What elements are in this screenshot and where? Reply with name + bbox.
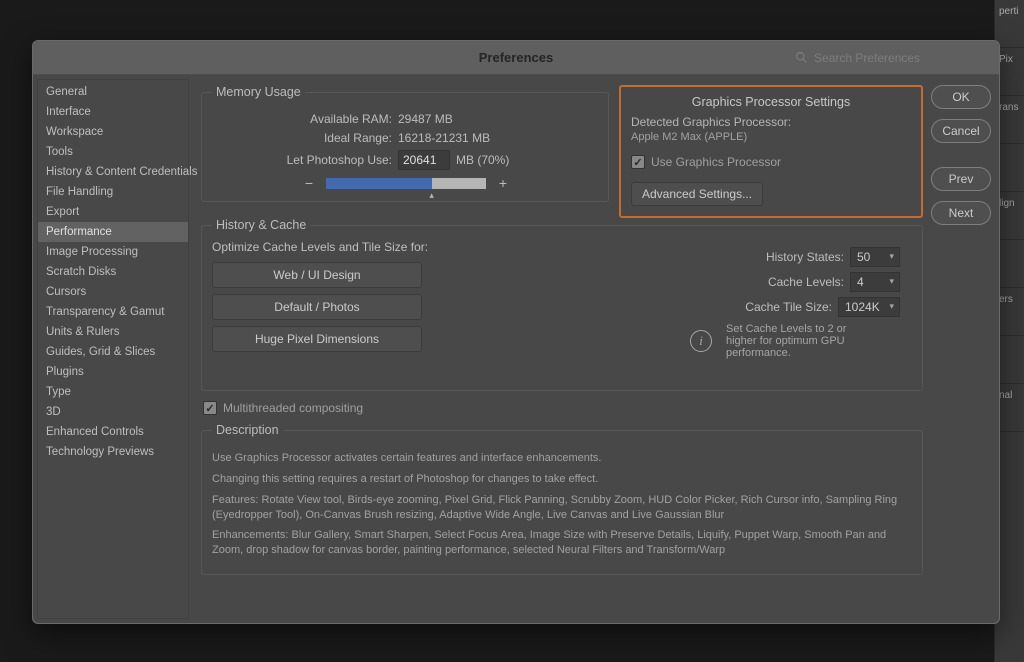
sidebar-item-units-rulers[interactable]: Units & Rulers: [38, 322, 188, 342]
prev-button[interactable]: Prev: [931, 167, 991, 191]
description-p1: Use Graphics Processor activates certain…: [212, 451, 912, 466]
memory-usage-group: Memory Usage Available RAM: 29487 MB Ide…: [201, 85, 609, 202]
available-ram-label: Available RAM:: [212, 112, 392, 126]
available-ram-value: 29487 MB: [398, 112, 453, 126]
description-group: Description Use Graphics Processor activ…: [201, 423, 923, 575]
description-p2: Changing this setting requires a restart…: [212, 472, 912, 487]
sidebar-item-interface[interactable]: Interface: [38, 102, 188, 122]
graphics-processor-group: Graphics Processor Settings Detected Gra…: [619, 85, 923, 218]
sidebar-item-enhanced-controls[interactable]: Enhanced Controls: [38, 422, 188, 442]
gpu-legend: Graphics Processor Settings: [631, 95, 911, 109]
gpu-detected-label: Detected Graphics Processor:: [631, 115, 911, 129]
ok-button[interactable]: OK: [931, 85, 991, 109]
cache-levels-select[interactable]: 4: [850, 272, 900, 292]
advanced-settings-button[interactable]: Advanced Settings...: [631, 182, 763, 206]
let-photoshop-use-input[interactable]: [398, 150, 450, 170]
preset-huge-pixel-button[interactable]: Huge Pixel Dimensions: [212, 326, 422, 352]
dialog-title: Preferences: [479, 50, 553, 65]
sidebar-item-transparency-gamut[interactable]: Transparency & Gamut: [38, 302, 188, 322]
sidebar-item-tools[interactable]: Tools: [38, 142, 188, 162]
preferences-main: Memory Usage Available RAM: 29487 MB Ide…: [193, 79, 927, 619]
sidebar-item-workspace[interactable]: Workspace: [38, 122, 188, 142]
preset-web-ui-button[interactable]: Web / UI Design: [212, 262, 422, 288]
sidebar-item-type[interactable]: Type: [38, 382, 188, 402]
use-gpu-checkbox[interactable]: [631, 155, 645, 169]
dialog-action-column: OK Cancel Prev Next: [931, 79, 995, 619]
memory-slider-fill: [326, 178, 432, 189]
let-photoshop-use-unit: MB (70%): [456, 153, 509, 167]
cancel-button[interactable]: Cancel: [931, 119, 991, 143]
use-gpu-label: Use Graphics Processor: [651, 155, 781, 169]
memory-slider-thumb-icon: ▴: [429, 190, 434, 201]
description-p4: Enhancements: Blur Gallery, Smart Sharpe…: [212, 528, 912, 558]
history-cache-group: History & Cache Optimize Cache Levels an…: [201, 218, 923, 391]
search-preferences[interactable]: Search Preferences: [795, 46, 985, 69]
titlebar: Preferences Search Preferences: [33, 41, 999, 75]
sidebar-item-cursors[interactable]: Cursors: [38, 282, 188, 302]
history-cache-legend: History & Cache: [212, 218, 310, 232]
sidebar-item-general[interactable]: General: [38, 82, 188, 102]
cache-tile-size-select[interactable]: 1024K: [838, 297, 900, 317]
sidebar-item-guides-grid-slices[interactable]: Guides, Grid & Slices: [38, 342, 188, 362]
sidebar-item-image-processing[interactable]: Image Processing: [38, 242, 188, 262]
sidebar-item-technology-previews[interactable]: Technology Previews: [38, 442, 188, 462]
ideal-range-label: Ideal Range:: [212, 131, 392, 145]
sidebar-item-plugins[interactable]: Plugins: [38, 362, 188, 382]
preset-default-button[interactable]: Default / Photos: [212, 294, 422, 320]
preferences-sidebar: General Interface Workspace Tools Histor…: [37, 79, 189, 619]
description-legend: Description: [212, 423, 283, 437]
preferences-dialog: Preferences Search Preferences General I…: [32, 40, 1000, 624]
sidebar-item-history-credentials[interactable]: History & Content Credentials: [38, 162, 188, 182]
multithreaded-label: Multithreaded compositing: [223, 401, 363, 415]
search-icon: [795, 51, 808, 64]
search-placeholder: Search Preferences: [814, 51, 920, 65]
gpu-detected-value: Apple M2 Max (APPLE): [631, 131, 911, 143]
history-states-label: History States:: [734, 250, 844, 264]
memory-usage-legend: Memory Usage: [212, 85, 305, 99]
sidebar-item-export[interactable]: Export: [38, 202, 188, 222]
sidebar-item-3d[interactable]: 3D: [38, 402, 188, 422]
cache-levels-label: Cache Levels:: [734, 275, 844, 289]
sidebar-item-scratch-disks[interactable]: Scratch Disks: [38, 262, 188, 282]
sidebar-item-performance[interactable]: Performance: [38, 222, 188, 242]
sidebar-item-file-handling[interactable]: File Handling: [38, 182, 188, 202]
cache-hint: Set Cache Levels to 2 or higher for opti…: [726, 323, 876, 359]
cache-tile-size-label: Cache Tile Size:: [722, 300, 832, 314]
memory-increase-button[interactable]: +: [496, 175, 510, 191]
multithreaded-checkbox[interactable]: [203, 401, 217, 415]
next-button[interactable]: Next: [931, 201, 991, 225]
ideal-range-value: 16218-21231 MB: [398, 131, 490, 145]
memory-decrease-button[interactable]: −: [302, 175, 316, 191]
history-states-select[interactable]: 50: [850, 247, 900, 267]
description-p3: Features: Rotate View tool, Birds-eye zo…: [212, 493, 912, 523]
info-icon: i: [690, 330, 712, 352]
let-photoshop-use-label: Let Photoshop Use:: [212, 153, 392, 167]
memory-slider[interactable]: ▴: [326, 178, 486, 189]
